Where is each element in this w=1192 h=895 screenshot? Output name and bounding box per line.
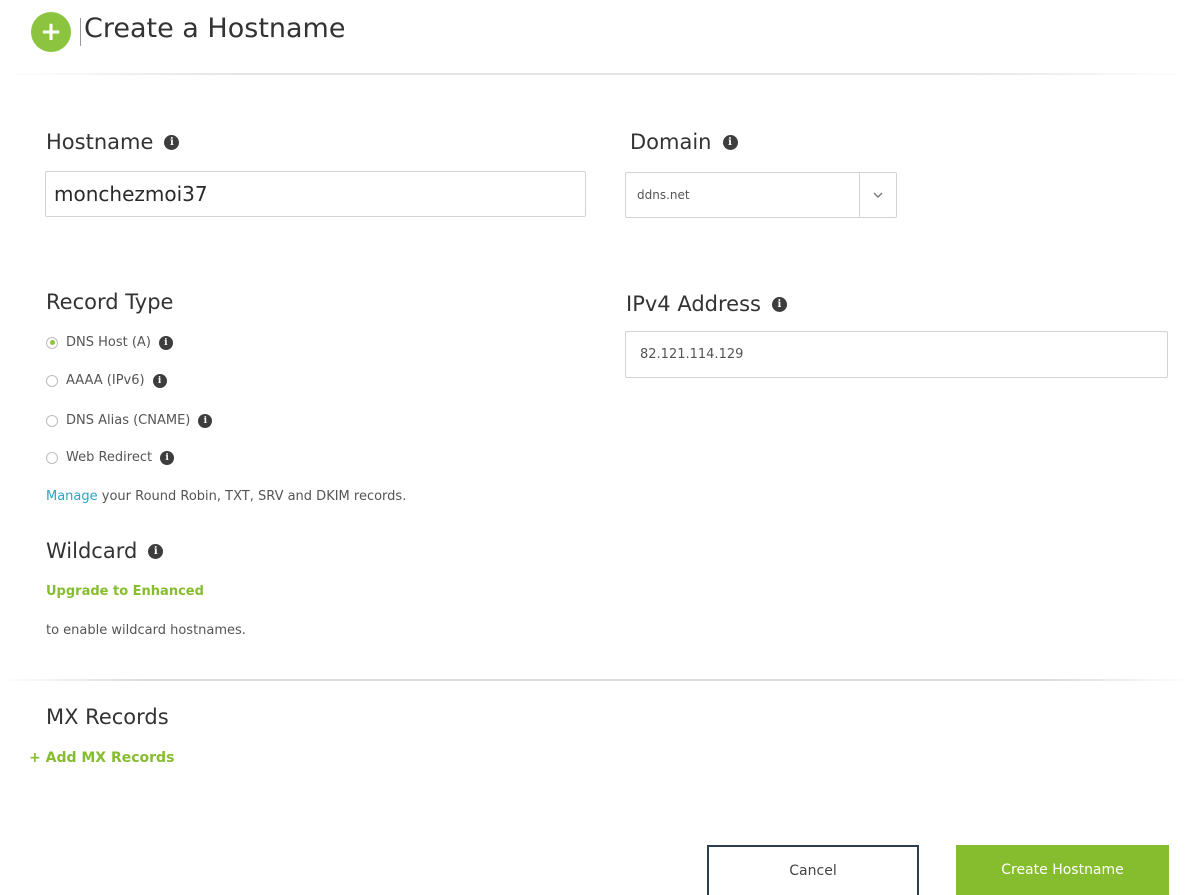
info-icon[interactable]: i (771, 296, 787, 312)
record-option-cname[interactable]: DNS Alias (CNAME) i (46, 413, 213, 428)
record-type-label-row: Record Type (46, 290, 173, 314)
plus-circle-icon: + (31, 12, 71, 52)
hostname-label-row: Hostname i (46, 130, 180, 154)
record-option-label: AAAA (IPv6) (66, 373, 145, 388)
info-icon[interactable]: i (198, 413, 213, 428)
info-icon[interactable]: i (164, 134, 180, 150)
domain-label-row: Domain i (630, 130, 738, 154)
domain-select[interactable]: ddns.net (625, 172, 897, 218)
record-option-a[interactable]: DNS Host (A) i (46, 335, 173, 350)
info-icon[interactable]: i (148, 543, 164, 559)
ipv4-label-row: IPv4 Address i (626, 292, 787, 316)
section-divider (0, 679, 1192, 681)
create-hostname-button[interactable]: Create Hostname (956, 845, 1169, 895)
radio-button[interactable] (46, 374, 58, 387)
manage-records-text: Manage your Round Robin, TXT, SRV and DK… (46, 489, 406, 504)
record-option-label: Web Redirect (66, 450, 153, 465)
add-mx-records-link[interactable]: + Add MX Records (29, 750, 174, 766)
ipv4-label: IPv4 Address (626, 292, 761, 316)
record-option-web-redirect[interactable]: Web Redirect i (46, 450, 175, 465)
record-option-label: DNS Alias (CNAME) (66, 413, 191, 428)
mx-records-label-row: MX Records (46, 705, 169, 729)
hostname-label: Hostname (46, 130, 154, 154)
mx-records-label: MX Records (46, 705, 169, 729)
page-title: Create a Hostname (84, 13, 346, 44)
wildcard-label: Wildcard (46, 539, 138, 563)
domain-selected-value: ddns.net (637, 188, 690, 202)
text-cursor (80, 18, 81, 46)
hostname-input[interactable] (45, 171, 586, 217)
info-icon[interactable]: i (152, 373, 167, 388)
info-icon[interactable]: i (158, 335, 173, 350)
manage-link[interactable]: Manage (46, 489, 98, 504)
radio-button[interactable] (46, 451, 58, 464)
manage-description: your Round Robin, TXT, SRV and DKIM reco… (97, 489, 407, 504)
wildcard-label-row: Wildcard i (46, 539, 164, 563)
chevron-down-icon[interactable] (859, 173, 896, 217)
record-type-label: Record Type (46, 290, 174, 314)
record-option-aaaa[interactable]: AAAA (IPv6) i (46, 373, 167, 388)
header-divider (0, 73, 1192, 75)
radio-button[interactable] (46, 414, 58, 427)
upgrade-link[interactable]: Upgrade to Enhanced (46, 584, 204, 599)
ipv4-input[interactable] (625, 331, 1168, 378)
info-icon[interactable]: i (160, 450, 175, 465)
radio-button[interactable] (46, 336, 58, 349)
cancel-button[interactable]: Cancel (707, 845, 919, 895)
info-icon[interactable]: i (722, 134, 738, 150)
wildcard-note: to enable wildcard hostnames. (46, 623, 246, 638)
record-option-label: DNS Host (A) (66, 335, 151, 350)
domain-label: Domain (630, 130, 712, 154)
